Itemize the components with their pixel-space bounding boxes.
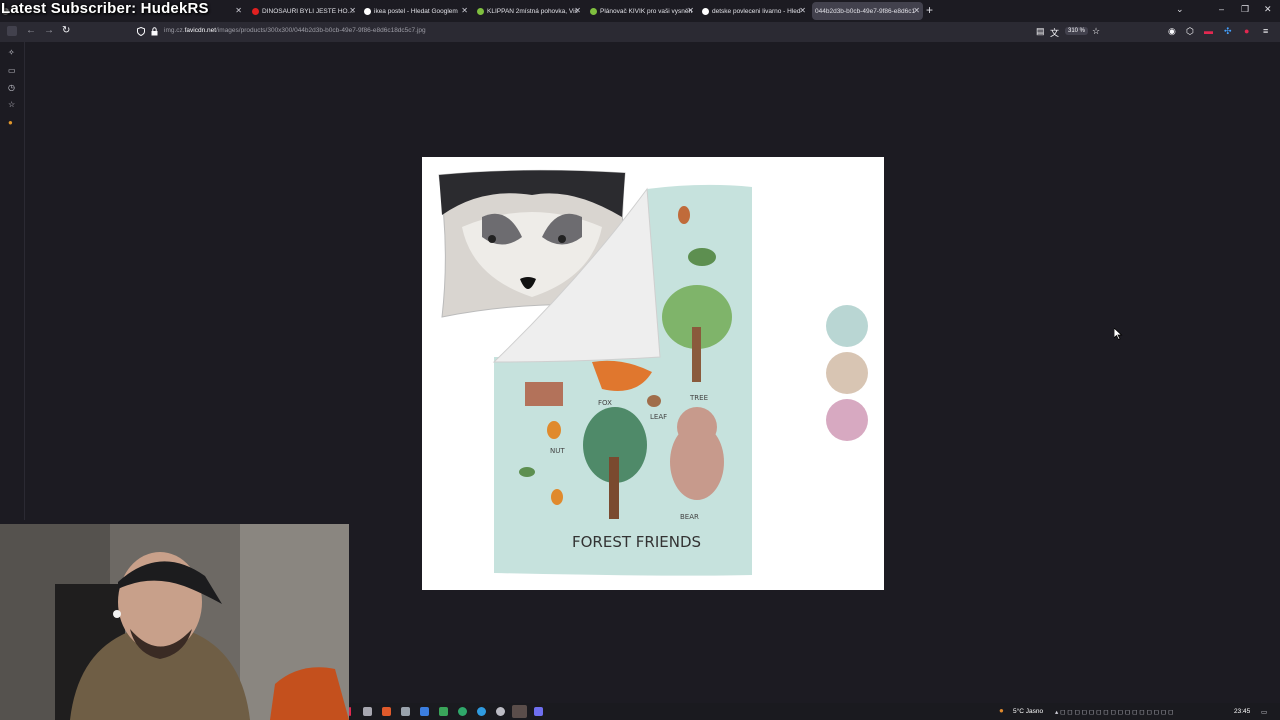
- menu-hamburger-icon[interactable]: ≡: [1263, 26, 1268, 36]
- taskbar-app-icon[interactable]: [477, 707, 486, 716]
- taskbar-app-icon[interactable]: [439, 707, 448, 716]
- close-icon[interactable]: ✕: [574, 6, 581, 15]
- tab-title: 044b2d3b-b0cb-49e7-9f86-e8d6c1: [815, 7, 916, 15]
- url-bar[interactable]: img.cz.favicdn.net/images/products/300x3…: [132, 24, 1107, 40]
- webcam-overlay: [0, 524, 349, 720]
- taskbar-app-icon[interactable]: [458, 707, 467, 716]
- new-tab-plus-icon[interactable]: +: [926, 3, 933, 17]
- youtube-icon: [252, 7, 259, 15]
- clock[interactable]: 23:45: [1234, 708, 1250, 715]
- tab-title: ikea postel - Hledat Googlem: [374, 7, 458, 15]
- tab-title: Plánovač KIVIK pro vaši vysněn: [600, 7, 693, 15]
- color-swatch-pink: [826, 399, 868, 441]
- star-icon[interactable]: ☆: [1092, 26, 1100, 37]
- label-fox: FOX: [598, 399, 612, 407]
- zoom-level-button[interactable]: 310 %: [1065, 27, 1089, 35]
- weather-text[interactable]: 5°C Jasno: [1013, 708, 1043, 715]
- label-nut: NUT: [550, 447, 565, 455]
- arrow-left-icon[interactable]: ←: [26, 25, 36, 36]
- taskbar-edge-icon: [349, 707, 351, 716]
- tab-ikea-postel[interactable]: ikea postel - Hledat Googlem ✕: [364, 2, 468, 20]
- sidebar: ✧ ▭ ◷ ☆ ●: [0, 42, 25, 520]
- mouse-cursor-icon: [1114, 328, 1123, 340]
- restore-icon[interactable]: ❐: [1241, 4, 1249, 15]
- google-icon: [702, 7, 709, 15]
- system-tray-icons[interactable]: ▴ ◻ ◻ ◻ ◻ ◻ ◻ ◻ ◻ ◻ ◻ ◻ ◻ ◻ ◻ ◻ ◻: [1055, 708, 1174, 716]
- ai-chatbot-icon[interactable]: ✧: [8, 48, 15, 57]
- color-swatch-mint: [826, 305, 868, 347]
- tab-kivik[interactable]: Plánovač KIVIK pro vaši vysněn ✕: [590, 2, 694, 20]
- taskbar-firefox-active-icon[interactable]: [512, 705, 527, 718]
- bookmarks-icon[interactable]: ☆: [8, 100, 15, 109]
- google-icon: [364, 7, 371, 15]
- extension-sidebar-icon[interactable]: ●: [8, 118, 13, 127]
- site-icon: [590, 7, 597, 15]
- taskbar-app-icon[interactable]: [420, 707, 429, 716]
- taskbar-app-icon[interactable]: [382, 707, 391, 716]
- arrow-right-icon[interactable]: →: [44, 25, 54, 36]
- lock-icon[interactable]: [151, 27, 158, 36]
- extensions-icon[interactable]: ⬡: [1186, 26, 1194, 37]
- close-icon[interactable]: ✕: [799, 6, 806, 15]
- forest-friends-caption: FOREST FRIENDS: [572, 533, 701, 551]
- account-icon[interactable]: ◉: [1168, 26, 1176, 37]
- reload-icon[interactable]: ↻: [62, 25, 70, 36]
- synced-tabs-icon[interactable]: ▭: [8, 66, 16, 75]
- tab-title: detske povleceni livarno - Hled: [712, 7, 801, 15]
- url-text[interactable]: img.cz.favicdn.net/images/products/300x3…: [164, 27, 426, 34]
- tab-image-active[interactable]: 044b2d3b-b0cb-49e7-9f86-e8d6c1 ✕: [812, 2, 923, 20]
- color-swatch-beige: [826, 352, 868, 394]
- close-icon[interactable]: ✕: [349, 6, 356, 15]
- taskbar: ● 5°C Jasno ▴ ◻ ◻ ◻ ◻ ◻ ◻ ◻ ◻ ◻ ◻ ◻ ◻ ◻ …: [349, 703, 1280, 720]
- extension-blue-icon[interactable]: ✣: [1224, 26, 1232, 37]
- product-image: FOX TREE LEAF NUT BEAR FOREST FRIENDS: [422, 157, 884, 590]
- notification-icon[interactable]: ▭: [1261, 708, 1267, 716]
- sidebar-toggle-icon[interactable]: [7, 26, 17, 36]
- tab-detske-povleceni[interactable]: detske povleceni livarno - Hled ✕: [702, 2, 806, 20]
- taskbar-app-icon[interactable]: [401, 707, 410, 716]
- tab-title: DINOSAUŘI BYLI JEŠTĚ HORŠÍ: [262, 7, 356, 15]
- label-tree: TREE: [689, 394, 708, 402]
- shield-icon[interactable]: [137, 27, 145, 36]
- bedding-illustration: FOX TREE LEAF NUT BEAR FOREST FRIENDS: [438, 169, 868, 576]
- streamer-webcam-image: [0, 524, 349, 720]
- weather-icon[interactable]: ●: [999, 706, 1004, 715]
- label-bear: BEAR: [680, 513, 699, 521]
- reader-view-icon[interactable]: ▤: [1036, 26, 1045, 37]
- tab-klippan[interactable]: KLIPPAN 2místná pohovka, Vis ✕: [477, 2, 581, 20]
- close-icon[interactable]: ✕: [687, 6, 694, 15]
- tab-title: KLIPPAN 2místná pohovka, Vis: [487, 7, 578, 15]
- history-icon[interactable]: ◷: [8, 83, 15, 92]
- extension-record-icon[interactable]: ●: [1244, 26, 1249, 36]
- stream-overlay-title: Latest Subscriber: HudekRS: [1, 0, 209, 17]
- taskbar-app-icon[interactable]: [363, 707, 372, 716]
- window-close-icon[interactable]: ✕: [1264, 4, 1272, 15]
- close-icon[interactable]: ✕: [235, 6, 242, 15]
- tab-list-chevron-icon[interactable]: ⌄: [1176, 4, 1184, 15]
- extension-red-icon[interactable]: ▬: [1204, 26, 1213, 36]
- close-icon[interactable]: ✕: [461, 6, 468, 15]
- site-icon: [477, 7, 484, 15]
- taskbar-app-icon[interactable]: [496, 707, 505, 716]
- taskbar-app-icon[interactable]: [534, 707, 543, 716]
- tab-dinosauri[interactable]: DINOSAUŘI BYLI JEŠTĚ HORŠÍ ✕: [252, 2, 356, 20]
- label-leaf: LEAF: [650, 413, 667, 421]
- close-icon[interactable]: ✕: [913, 6, 920, 15]
- translate-icon[interactable]: 文: [1050, 26, 1059, 39]
- minimize-icon[interactable]: –: [1219, 4, 1224, 14]
